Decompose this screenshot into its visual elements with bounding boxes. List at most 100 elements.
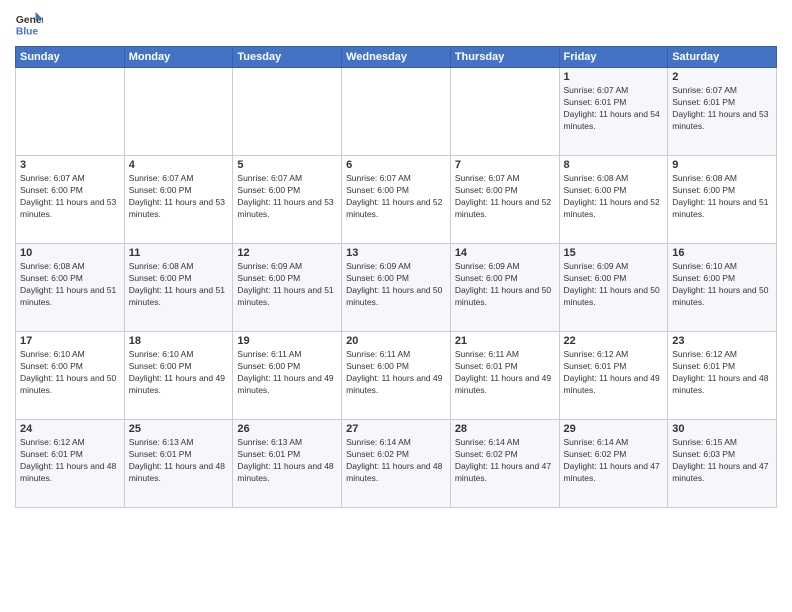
day-number: 21 <box>455 335 555 347</box>
day-cell: 18 Sunrise: 6:10 AM Sunset: 6:00 PM Dayli… <box>124 332 233 420</box>
day-number: 30 <box>672 423 772 435</box>
day-number: 25 <box>129 423 229 435</box>
day-number: 2 <box>672 71 772 83</box>
week-row-2: 3 Sunrise: 6:07 AM Sunset: 6:00 PM Daylig… <box>16 156 777 244</box>
day-number: 24 <box>20 423 120 435</box>
day-cell: 17 Sunrise: 6:10 AM Sunset: 6:00 PM Dayli… <box>16 332 125 420</box>
day-number: 27 <box>346 423 446 435</box>
day-cell: 8 Sunrise: 6:08 AM Sunset: 6:00 PM Daylig… <box>559 156 668 244</box>
day-info: Sunrise: 6:11 AM Sunset: 6:00 PM Dayligh… <box>237 349 337 397</box>
logo: General Blue <box>15 10 47 38</box>
day-cell: 14 Sunrise: 6:09 AM Sunset: 6:00 PM Dayli… <box>450 244 559 332</box>
day-info: Sunrise: 6:13 AM Sunset: 6:01 PM Dayligh… <box>129 437 229 485</box>
day-number: 16 <box>672 247 772 259</box>
day-number: 29 <box>564 423 664 435</box>
day-cell: 24 Sunrise: 6:12 AM Sunset: 6:01 PM Dayli… <box>16 420 125 508</box>
day-number: 9 <box>672 159 772 171</box>
day-cell <box>450 68 559 156</box>
day-cell: 5 Sunrise: 6:07 AM Sunset: 6:00 PM Daylig… <box>233 156 342 244</box>
day-info: Sunrise: 6:09 AM Sunset: 6:00 PM Dayligh… <box>346 261 446 309</box>
day-cell: 3 Sunrise: 6:07 AM Sunset: 6:00 PM Daylig… <box>16 156 125 244</box>
day-number: 13 <box>346 247 446 259</box>
day-info: Sunrise: 6:09 AM Sunset: 6:00 PM Dayligh… <box>455 261 555 309</box>
day-number: 7 <box>455 159 555 171</box>
day-info: Sunrise: 6:07 AM Sunset: 6:01 PM Dayligh… <box>672 85 772 133</box>
day-info: Sunrise: 6:13 AM Sunset: 6:01 PM Dayligh… <box>237 437 337 485</box>
svg-text:Blue: Blue <box>16 26 39 37</box>
day-header-saturday: Saturday <box>668 47 777 68</box>
day-cell: 9 Sunrise: 6:08 AM Sunset: 6:00 PM Daylig… <box>668 156 777 244</box>
day-info: Sunrise: 6:09 AM Sunset: 6:00 PM Dayligh… <box>237 261 337 309</box>
day-number: 8 <box>564 159 664 171</box>
day-number: 18 <box>129 335 229 347</box>
day-number: 5 <box>237 159 337 171</box>
day-number: 22 <box>564 335 664 347</box>
day-info: Sunrise: 6:08 AM Sunset: 6:00 PM Dayligh… <box>20 261 120 309</box>
day-cell <box>124 68 233 156</box>
day-cell: 21 Sunrise: 6:11 AM Sunset: 6:01 PM Dayli… <box>450 332 559 420</box>
day-cell <box>16 68 125 156</box>
logo-icon: General Blue <box>15 10 43 38</box>
day-info: Sunrise: 6:12 AM Sunset: 6:01 PM Dayligh… <box>20 437 120 485</box>
day-info: Sunrise: 6:07 AM Sunset: 6:00 PM Dayligh… <box>237 173 337 221</box>
day-number: 28 <box>455 423 555 435</box>
day-number: 12 <box>237 247 337 259</box>
day-info: Sunrise: 6:14 AM Sunset: 6:02 PM Dayligh… <box>455 437 555 485</box>
day-info: Sunrise: 6:07 AM Sunset: 6:01 PM Dayligh… <box>564 85 664 133</box>
day-number: 19 <box>237 335 337 347</box>
day-cell: 6 Sunrise: 6:07 AM Sunset: 6:00 PM Daylig… <box>342 156 451 244</box>
day-header-monday: Monday <box>124 47 233 68</box>
day-cell: 20Sunrise: 6:11 AM Sunset: 6:00 PM Dayli… <box>342 332 451 420</box>
day-header-sunday: Sunday <box>16 47 125 68</box>
day-number: 6 <box>346 159 446 171</box>
day-number: 17 <box>20 335 120 347</box>
day-cell: 19 Sunrise: 6:11 AM Sunset: 6:00 PM Dayli… <box>233 332 342 420</box>
day-number: 3 <box>20 159 120 171</box>
day-cell: 15 Sunrise: 6:09 AM Sunset: 6:00 PM Dayli… <box>559 244 668 332</box>
day-cell: 23Sunrise: 6:12 AM Sunset: 6:01 PM Dayli… <box>668 332 777 420</box>
day-header-friday: Friday <box>559 47 668 68</box>
day-cell: 28 Sunrise: 6:14 AM Sunset: 6:02 PM Dayli… <box>450 420 559 508</box>
week-row-3: 10Sunrise: 6:08 AM Sunset: 6:00 PM Dayli… <box>16 244 777 332</box>
day-number: 26 <box>237 423 337 435</box>
day-info: Sunrise: 6:09 AM Sunset: 6:00 PM Dayligh… <box>564 261 664 309</box>
day-cell <box>342 68 451 156</box>
day-cell: 4Sunrise: 6:07 AM Sunset: 6:00 PM Daylig… <box>124 156 233 244</box>
day-cell: 30 Sunrise: 6:15 AM Sunset: 6:03 PM Dayli… <box>668 420 777 508</box>
day-cell: 27Sunrise: 6:14 AM Sunset: 6:02 PM Dayli… <box>342 420 451 508</box>
day-info: Sunrise: 6:12 AM Sunset: 6:01 PM Dayligh… <box>672 349 772 397</box>
day-info: Sunrise: 6:07 AM Sunset: 6:00 PM Dayligh… <box>346 173 446 221</box>
day-cell: 25 Sunrise: 6:13 AM Sunset: 6:01 PM Dayli… <box>124 420 233 508</box>
day-info: Sunrise: 6:10 AM Sunset: 6:00 PM Dayligh… <box>672 261 772 309</box>
day-cell: 12 Sunrise: 6:09 AM Sunset: 6:00 PM Dayli… <box>233 244 342 332</box>
day-info: Sunrise: 6:08 AM Sunset: 6:00 PM Dayligh… <box>672 173 772 221</box>
day-cell: 7Sunrise: 6:07 AM Sunset: 6:00 PM Daylig… <box>450 156 559 244</box>
day-number: 20 <box>346 335 446 347</box>
day-info: Sunrise: 6:11 AM Sunset: 6:01 PM Dayligh… <box>455 349 555 397</box>
day-cell: 29 Sunrise: 6:14 AM Sunset: 6:02 PM Dayli… <box>559 420 668 508</box>
day-number: 11 <box>129 247 229 259</box>
week-row-5: 24 Sunrise: 6:12 AM Sunset: 6:01 PM Dayli… <box>16 420 777 508</box>
day-cell: 10Sunrise: 6:08 AM Sunset: 6:00 PM Dayli… <box>16 244 125 332</box>
day-info: Sunrise: 6:08 AM Sunset: 6:00 PM Dayligh… <box>564 173 664 221</box>
day-info: Sunrise: 6:12 AM Sunset: 6:01 PM Dayligh… <box>564 349 664 397</box>
day-info: Sunrise: 6:07 AM Sunset: 6:00 PM Dayligh… <box>129 173 229 221</box>
day-info: Sunrise: 6:07 AM Sunset: 6:00 PM Dayligh… <box>20 173 120 221</box>
day-info: Sunrise: 6:10 AM Sunset: 6:00 PM Dayligh… <box>20 349 120 397</box>
day-header-wednesday: Wednesday <box>342 47 451 68</box>
day-info: Sunrise: 6:08 AM Sunset: 6:00 PM Dayligh… <box>129 261 229 309</box>
day-info: Sunrise: 6:14 AM Sunset: 6:02 PM Dayligh… <box>564 437 664 485</box>
calendar-table: SundayMondayTuesdayWednesdayThursdayFrid… <box>15 46 777 508</box>
week-row-4: 17 Sunrise: 6:10 AM Sunset: 6:00 PM Dayli… <box>16 332 777 420</box>
day-cell: 16 Sunrise: 6:10 AM Sunset: 6:00 PM Dayli… <box>668 244 777 332</box>
day-cell: 22 Sunrise: 6:12 AM Sunset: 6:01 PM Dayli… <box>559 332 668 420</box>
day-header-tuesday: Tuesday <box>233 47 342 68</box>
day-info: Sunrise: 6:10 AM Sunset: 6:00 PM Dayligh… <box>129 349 229 397</box>
day-number: 15 <box>564 247 664 259</box>
day-info: Sunrise: 6:15 AM Sunset: 6:03 PM Dayligh… <box>672 437 772 485</box>
day-number: 1 <box>564 71 664 83</box>
day-number: 14 <box>455 247 555 259</box>
header: General Blue <box>15 10 777 38</box>
week-row-1: 1 Sunrise: 6:07 AM Sunset: 6:01 PM Daylig… <box>16 68 777 156</box>
calendar-header-row: SundayMondayTuesdayWednesdayThursdayFrid… <box>16 47 777 68</box>
